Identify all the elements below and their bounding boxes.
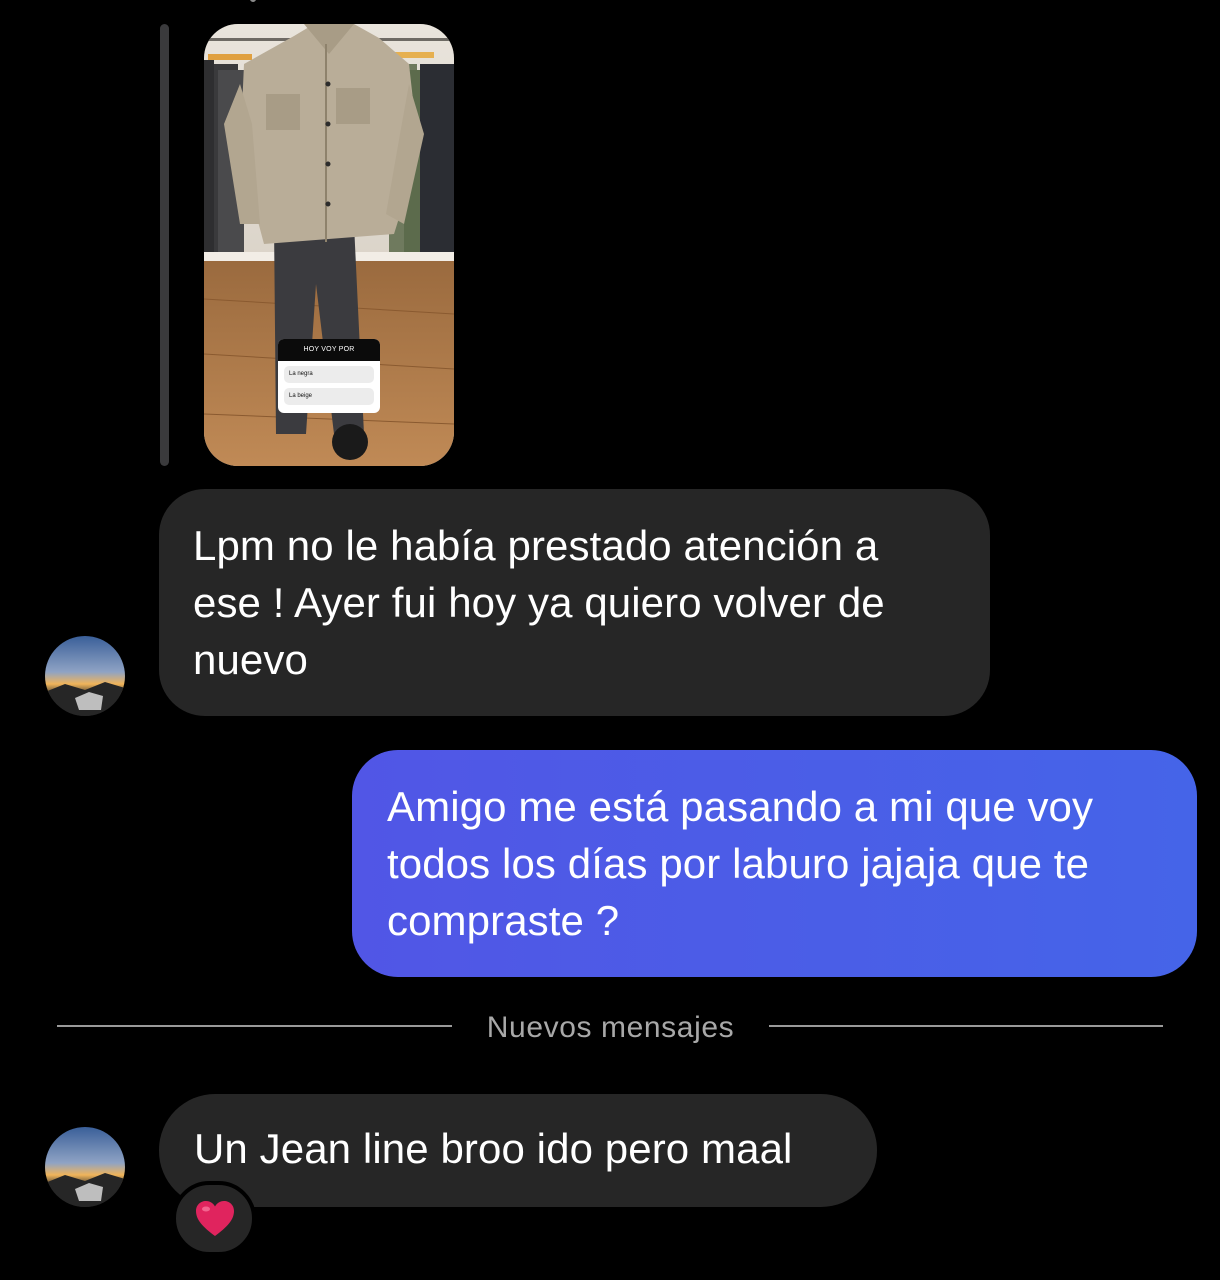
message-reaction[interactable] — [172, 1181, 256, 1256]
avatar[interactable] — [45, 1127, 125, 1207]
story-reply-thumbnail[interactable]: HOY VOY POR La negra La beige — [204, 24, 454, 466]
reply-quote-bar — [160, 24, 169, 466]
outgoing-message-bubble[interactable]: Amigo me está pasando a mi que voy todos… — [352, 750, 1197, 977]
poll-option: La negra — [284, 366, 374, 383]
new-messages-divider-line — [769, 1025, 1163, 1027]
message-text: Un Jean line broo ido pero maal — [194, 1125, 793, 1172]
avatar-sunset-icon — [45, 636, 125, 716]
scroll-remnant-dot — [250, 0, 256, 2]
incoming-message-bubble[interactable]: Lpm no le había prestado atención a ese … — [159, 489, 990, 716]
message-text: Amigo me está pasando a mi que voy todos… — [387, 783, 1094, 944]
story-poll: HOY VOY POR La negra La beige — [278, 339, 380, 413]
heart-icon — [196, 1201, 234, 1236]
new-messages-divider-line — [57, 1025, 452, 1027]
avatar-sunset-icon — [45, 1127, 125, 1207]
poll-option: La beige — [284, 388, 374, 405]
message-text: Lpm no le había prestado atención a ese … — [193, 522, 885, 683]
new-messages-divider-label: Nuevos mensajes — [486, 1011, 735, 1044]
poll-title: HOY VOY POR — [278, 339, 380, 361]
incoming-message-bubble[interactable]: Un Jean line broo ido pero maal — [159, 1094, 877, 1207]
avatar[interactable] — [45, 636, 125, 716]
